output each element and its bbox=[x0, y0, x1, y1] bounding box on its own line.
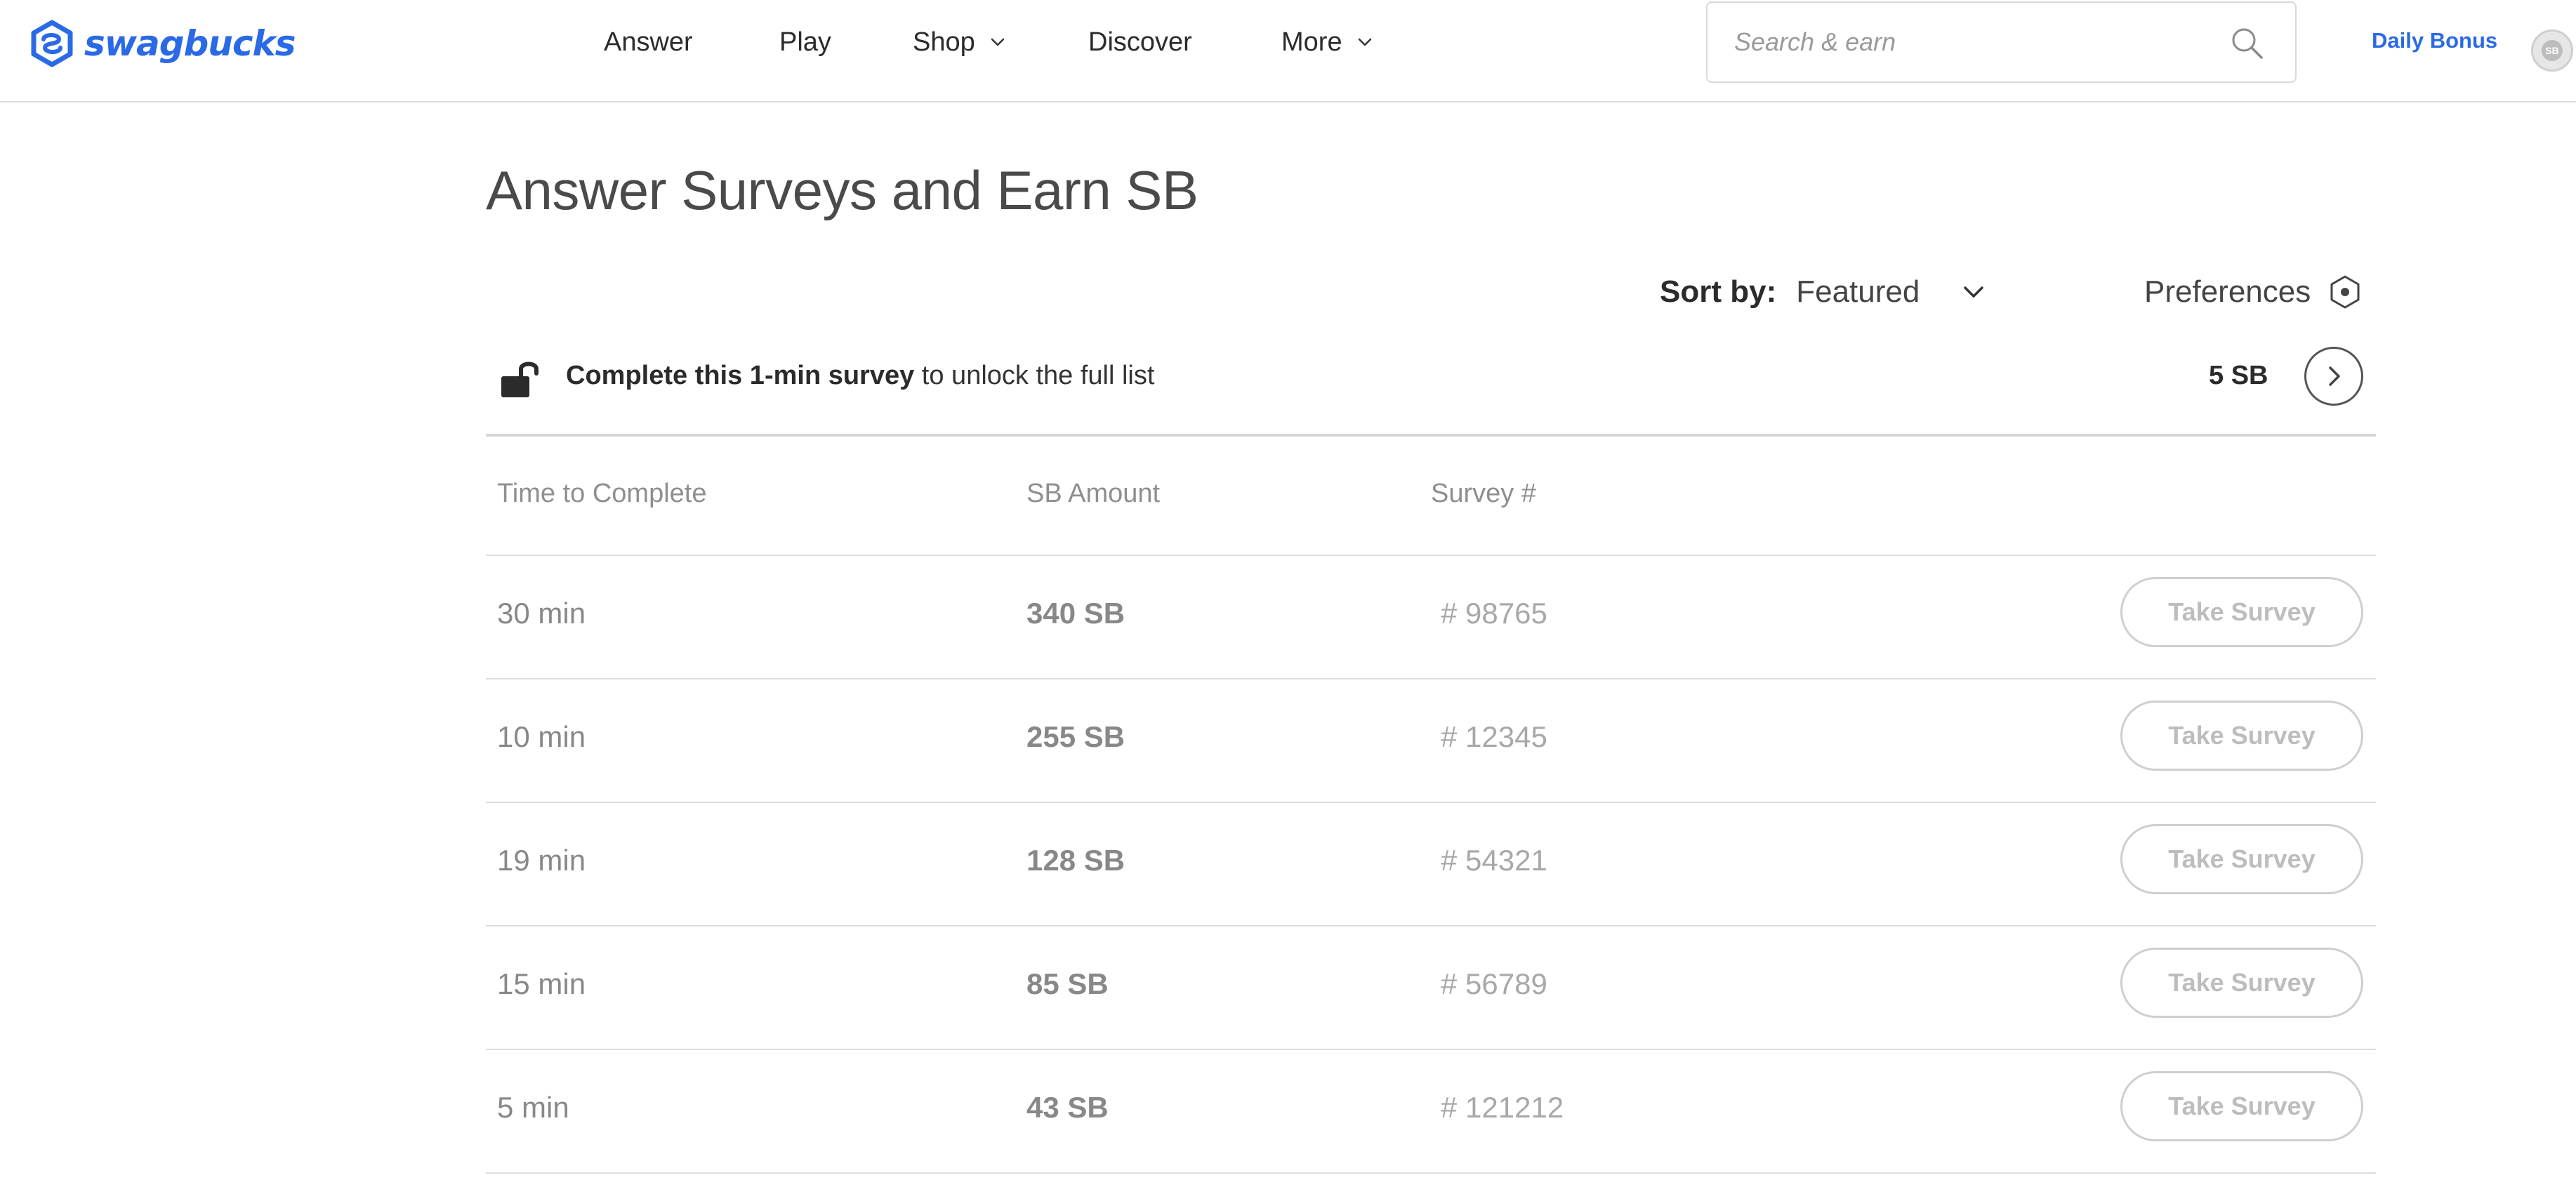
preferences-button[interactable]: Preferences bbox=[2144, 271, 2364, 313]
table-row: 19 min 128 SB # 54321 Take Survey bbox=[486, 803, 2376, 927]
search-input[interactable] bbox=[1734, 21, 2198, 63]
daily-bonus-link[interactable]: Daily Bonus bbox=[2372, 28, 2497, 53]
survey-time: 19 min bbox=[497, 844, 586, 877]
logo-wordmark: swagbucks bbox=[84, 23, 296, 64]
column-header-number: Survey # bbox=[1431, 479, 1536, 508]
unlock-next-button[interactable] bbox=[2304, 347, 2363, 406]
unlock-banner[interactable]: Complete this 1-min survey to unlock the… bbox=[486, 341, 2376, 437]
survey-sb-amount: 85 SB bbox=[1026, 967, 1109, 1000]
survey-number: # 12345 bbox=[1441, 720, 1547, 753]
nav-answer-label: Answer bbox=[604, 27, 693, 57]
nav-discover[interactable]: Discover bbox=[1088, 27, 1192, 58]
nav-more-label: More bbox=[1281, 27, 1342, 57]
search-icon[interactable] bbox=[2228, 24, 2267, 63]
survey-sb-amount: 128 SB bbox=[1026, 844, 1125, 877]
take-survey-button[interactable]: Take Survey bbox=[2120, 701, 2363, 771]
chevron-down-icon bbox=[1358, 38, 1371, 46]
nav-shop[interactable]: Shop bbox=[913, 27, 1008, 58]
survey-sb-amount: 43 SB bbox=[1026, 1091, 1109, 1124]
take-survey-button[interactable]: Take Survey bbox=[2120, 1071, 2363, 1141]
chevron-down-icon bbox=[991, 38, 1004, 46]
table-row: 10 min 255 SB # 12345 Take Survey bbox=[486, 679, 2376, 803]
column-header-sb: SB Amount bbox=[1026, 479, 1161, 508]
swagbucks-logo[interactable]: swagbucks bbox=[27, 15, 296, 72]
preferences-label: Preferences bbox=[2144, 274, 2311, 309]
survey-table-header: Time to Complete SB Amount Survey # bbox=[486, 437, 2376, 556]
survey-number: # 54321 bbox=[1441, 844, 1547, 877]
surveys-main: Answer Surveys and Earn SB Sort by: Feat… bbox=[486, 102, 2376, 1194]
swagbucks-logo-icon bbox=[31, 20, 73, 67]
survey-sb-amount: 340 SB bbox=[1026, 597, 1125, 630]
survey-sb-amount: 255 SB bbox=[1026, 720, 1125, 753]
sb-coin-icon[interactable]: SB bbox=[2531, 29, 2573, 72]
survey-time: 15 min bbox=[497, 967, 586, 1000]
gear-icon bbox=[2330, 275, 2360, 309]
survey-list: 30 min 340 SB # 98765 Take Survey 10 min… bbox=[486, 556, 2376, 1174]
nav-shop-label: Shop bbox=[913, 27, 975, 57]
survey-time: 10 min bbox=[497, 720, 586, 753]
take-survey-button[interactable]: Take Survey bbox=[2120, 948, 2363, 1018]
table-row: 30 min 340 SB # 98765 Take Survey bbox=[486, 556, 2376, 679]
unlock-message-bold: Complete this 1-min survey bbox=[566, 361, 915, 390]
survey-number: # 98765 bbox=[1441, 597, 1547, 630]
page-title: Answer Surveys and Earn SB bbox=[486, 159, 1198, 221]
chevron-down-icon bbox=[1964, 286, 1984, 298]
survey-time: 5 min bbox=[497, 1091, 569, 1124]
nav-answer[interactable]: Answer bbox=[604, 27, 693, 58]
survey-number: # 121212 bbox=[1441, 1091, 1564, 1124]
top-header: swagbucks Answer Play Shop Discover More bbox=[0, 0, 2576, 102]
unlock-icon bbox=[501, 361, 539, 397]
column-header-time: Time to Complete bbox=[497, 479, 707, 508]
unlock-reward: 5 SB bbox=[2209, 361, 2268, 390]
sb-coin-label: SB bbox=[2542, 40, 2563, 61]
survey-number: # 56789 bbox=[1441, 967, 1547, 1000]
unlock-message: Complete this 1-min survey to unlock the… bbox=[566, 361, 1154, 391]
sort-value: Featured bbox=[1796, 274, 1920, 309]
nav-play[interactable]: Play bbox=[779, 27, 831, 58]
survey-time: 30 min bbox=[497, 597, 586, 630]
table-row: 5 min 43 SB # 121212 Take Survey bbox=[486, 1050, 2376, 1174]
unlock-message-rest: to unlock the full list bbox=[914, 361, 1155, 390]
table-row: 15 min 85 SB # 56789 Take Survey bbox=[486, 927, 2376, 1050]
chevron-right-icon bbox=[2329, 366, 2340, 386]
take-survey-button[interactable]: Take Survey bbox=[2120, 577, 2363, 647]
search-box bbox=[1706, 1, 2297, 83]
sort-dropdown[interactable]: Sort by: Featured bbox=[1660, 271, 1988, 313]
nav-discover-label: Discover bbox=[1088, 27, 1192, 57]
take-survey-button[interactable]: Take Survey bbox=[2120, 824, 2363, 894]
nav-more[interactable]: More bbox=[1281, 27, 1375, 58]
sort-label: Sort by: bbox=[1660, 274, 1777, 309]
nav-play-label: Play bbox=[779, 27, 831, 57]
